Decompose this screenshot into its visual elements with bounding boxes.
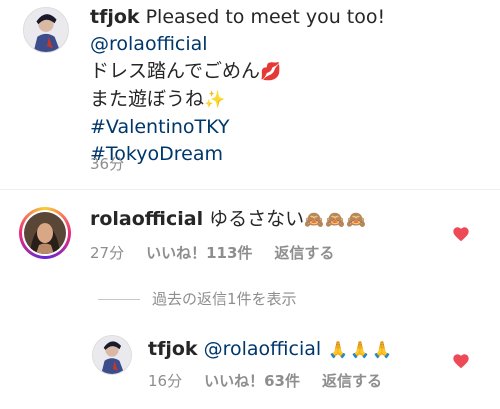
avatar-image — [24, 8, 68, 52]
caption-post: tfjok Pleased to meet you too! @rolaoffi… — [0, 0, 500, 180]
like-heart-icon[interactable] — [452, 353, 470, 369]
post-meta: 36分 — [90, 153, 146, 174]
avatar-image — [24, 212, 66, 254]
avatar-image — [93, 336, 131, 374]
reply-timestamp: 16分 — [148, 372, 183, 390]
post-username[interactable]: tfjok — [90, 6, 140, 28]
sparkles-icon: ✨ — [204, 90, 226, 110]
divider — [0, 189, 500, 190]
kiss-mark-icon: 💋 — [260, 62, 282, 82]
folded-hands-icon: 🙏🙏🙏 — [321, 340, 395, 359]
view-replies-label: 過去の返信1件を表示 — [152, 290, 297, 308]
caption-text-3: ドレス踏んでごめん — [90, 60, 261, 82]
view-previous-replies[interactable]: 過去の返信1件を表示 — [98, 288, 297, 309]
comment-text: ゆるさない — [203, 208, 305, 230]
replies-dash — [98, 299, 140, 300]
reply-username[interactable]: tfjok — [148, 338, 198, 360]
avatar-rolaofficial[interactable] — [19, 207, 71, 259]
comment-rolaofficial: rolaofficial ゆるさない🙈🙈🙈 — [90, 206, 367, 233]
comment-timestamp: 27分 — [90, 244, 125, 262]
reply-meta: 16分 いいね！63件 返信する — [148, 370, 404, 391]
comment-username[interactable]: rolaofficial — [90, 208, 203, 230]
caption-text-4: また遊ぼうね — [90, 88, 205, 110]
avatar-tfjok-reply[interactable] — [92, 335, 132, 375]
mention-link[interactable]: @rolaofficial — [90, 33, 208, 55]
reply-likes[interactable]: いいね！63件 — [204, 372, 300, 390]
comment-reply-button[interactable]: 返信する — [274, 244, 334, 262]
caption-text-1: Pleased to meet you too! — [139, 6, 386, 28]
caption-line-1: tfjok Pleased to meet you too! — [90, 4, 385, 31]
avatar-tfjok[interactable] — [23, 7, 69, 53]
see-no-evil-monkey-icon: 🙈🙈🙈 — [304, 210, 367, 229]
reply-mention-link[interactable]: @rolaofficial — [198, 338, 322, 360]
comment-likes[interactable]: いいね！113件 — [146, 244, 252, 262]
post-timestamp: 36分 — [90, 155, 125, 173]
hashtag-valentinotky[interactable]: #ValentinoTKY — [90, 116, 230, 138]
comment-meta: 27分 いいね！113件 返信する — [90, 242, 356, 263]
like-heart-icon[interactable] — [452, 226, 470, 242]
reply-tfjok: tfjok @rolaofficial 🙏🙏🙏 — [148, 336, 394, 363]
reply-reply-button[interactable]: 返信する — [322, 372, 382, 390]
